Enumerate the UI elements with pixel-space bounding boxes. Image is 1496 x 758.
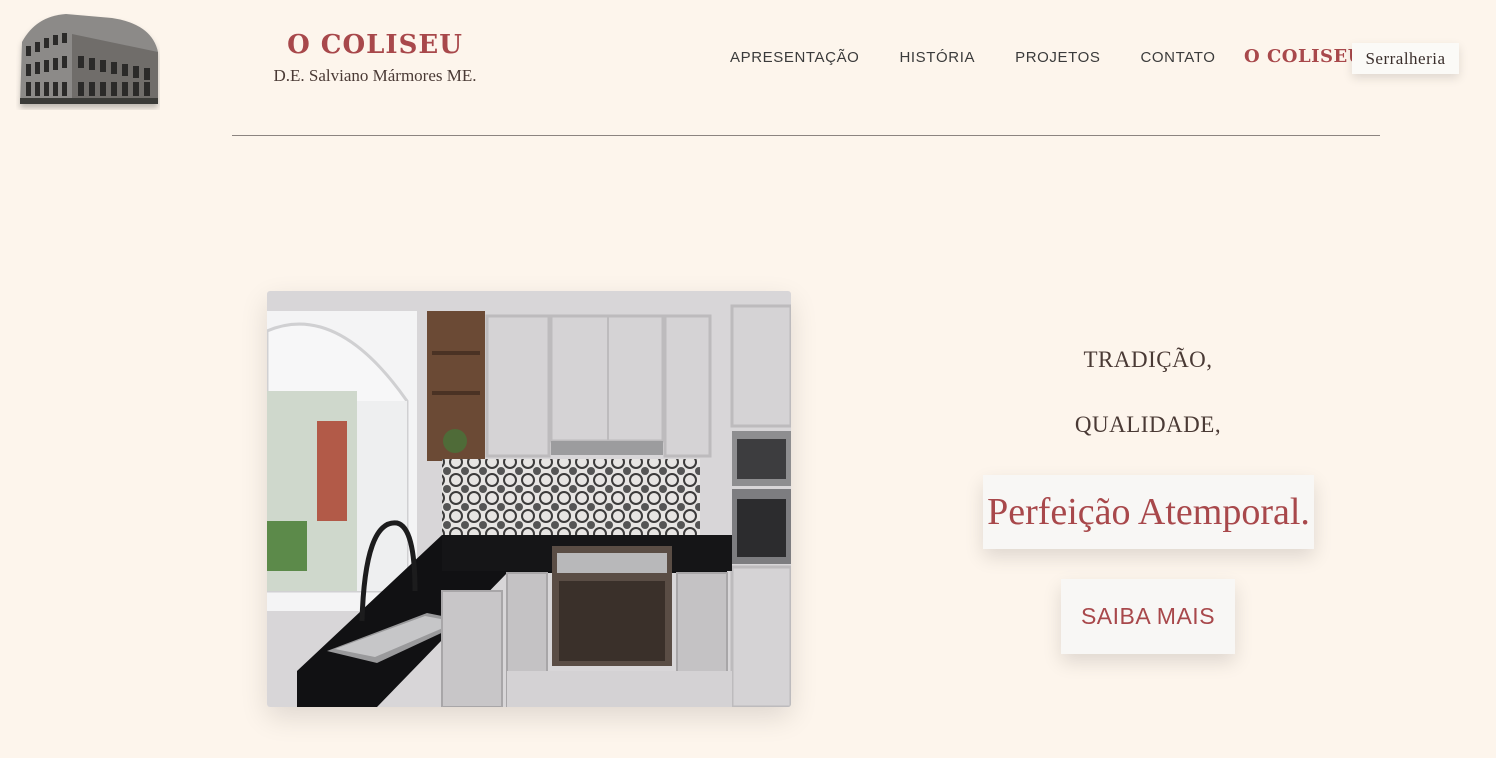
brand-subtitle: D.E. Salviano Mármores ME. (273, 66, 477, 85)
saiba-mais-button[interactable]: SAIBA MAIS (1061, 579, 1235, 654)
nav-link-serralheria[interactable]: Serralheria (1352, 43, 1459, 74)
tagline-highlight: Perfeição Atemporal. (983, 475, 1314, 549)
tagline-line-1: TRADIÇÃO, (1083, 347, 1213, 372)
brand-title: O COLISEU (287, 30, 463, 60)
nav-link-apresentacao[interactable]: APRESENTAÇÃO (730, 49, 859, 66)
nav-link-contato[interactable]: CONTATO (1140, 49, 1215, 66)
brand-block: O COLISEU D.E. Salviano Mármores ME. (240, 30, 510, 86)
colosseum-logo-icon[interactable] (16, 12, 160, 110)
nav-link-projetos[interactable]: PROJETOS (1015, 49, 1100, 66)
main-nav: APRESENTAÇÃO HISTÓRIA PROJETOS CONTATO (730, 49, 1256, 66)
kitchen-photo-icon (267, 291, 791, 707)
nav-link-o-coliseu[interactable]: O COLISEU (1244, 46, 1364, 67)
tagline-line-2: QUALIDADE, (1074, 412, 1222, 437)
header-divider (232, 135, 1380, 136)
nav-link-historia[interactable]: HISTÓRIA (899, 49, 975, 66)
